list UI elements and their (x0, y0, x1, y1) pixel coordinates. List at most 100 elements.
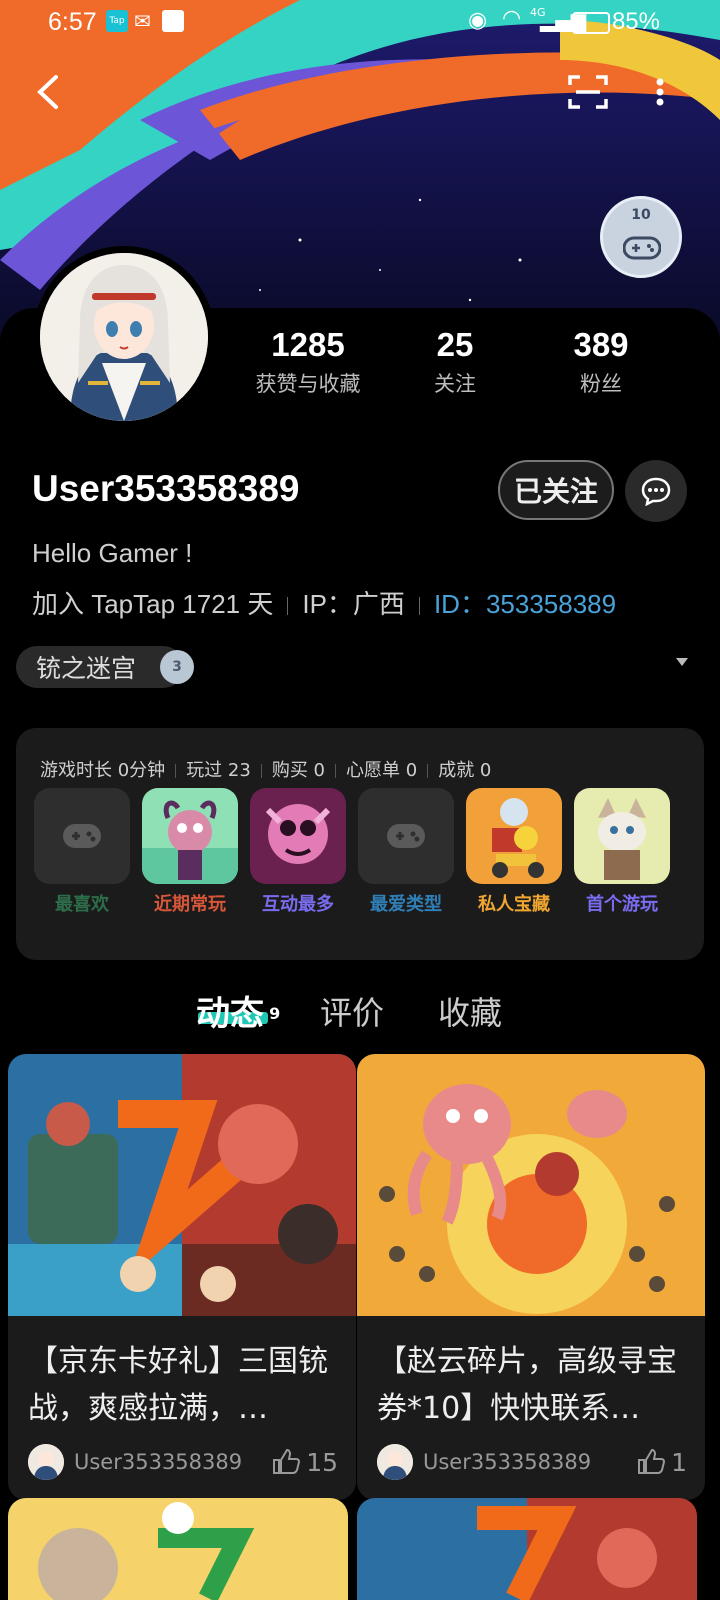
game-tile-interaction[interactable]: 互动最多 (250, 788, 346, 916)
stat-following-label: 关注 (434, 372, 476, 396)
avatar[interactable] (40, 253, 208, 421)
post-author-avatar[interactable] (377, 1444, 413, 1480)
status-time: 6:57 (48, 8, 97, 36)
username: User353358389 (32, 468, 300, 509)
scan-button[interactable] (564, 70, 612, 114)
like-button[interactable]: 1 (637, 1448, 687, 1477)
game-stat-wishlist[interactable]: 心愿单 0 (346, 760, 417, 781)
stat-following[interactable]: 25 关注 (400, 326, 510, 398)
game-tile-recent[interactable]: 近期常玩 (142, 788, 238, 916)
game-stat-purchased[interactable]: 购买 0 (272, 760, 325, 781)
game-stats-row: 游戏时长 0分钟 玩过 23 购买 0 心愿单 0 成就 0 (40, 756, 491, 782)
following-button[interactable]: 已关注 (498, 460, 614, 520)
stat-likes-value: 1285 (271, 326, 345, 363)
profile-info-line: 加入 TapTap 1721 天 IP：广西 ID：353358389 (32, 584, 616, 621)
level-badge[interactable]: 10 (600, 196, 682, 278)
stat-followers-value: 389 (573, 326, 629, 363)
divider (335, 764, 337, 778)
divider (287, 597, 289, 616)
ip-location: IP：广西 (302, 589, 405, 619)
bio-text: Hello Gamer ! (32, 538, 193, 568)
game-tile-empty (358, 788, 454, 884)
like-count: 15 (306, 1447, 338, 1477)
game-tile-label: 最爱类型 (370, 894, 442, 915)
post-card[interactable]: 【京东卡好礼】三国铳战，爽感拉满，… User353358389 15 (8, 1054, 356, 1500)
post-card[interactable]: 【赵云碎片，高级寻宝券*10】快快联系… User353358389 1 (357, 1054, 705, 1500)
post-card-partial[interactable] (8, 1498, 348, 1600)
back-button[interactable] (26, 70, 70, 114)
post-image (357, 1054, 705, 1316)
chat-bubble-icon (641, 477, 671, 506)
message-button[interactable] (625, 460, 687, 522)
game-tile-empty (34, 788, 130, 884)
game-tile-favorite[interactable]: 最喜欢 (34, 788, 130, 916)
post-author-avatar[interactable] (28, 1444, 64, 1480)
stat-likes-label: 获赞与收藏 (255, 372, 361, 396)
gamepad-icon (63, 824, 101, 848)
expand-dropdown-icon[interactable] (676, 658, 688, 666)
level-badge-value: 10 (631, 207, 651, 223)
post-image (8, 1498, 348, 1600)
eye-icon: ◉ (468, 8, 488, 33)
guild-level-badge: 3 (160, 650, 194, 684)
game-stat-playtime[interactable]: 游戏时长 0分钟 (40, 760, 165, 781)
tab-posts-count: 9 (269, 1003, 281, 1023)
game-tile-label: 互动最多 (262, 894, 334, 915)
post-image (8, 1054, 356, 1316)
game-icon (250, 788, 346, 884)
post-title: 【赵云碎片，高级寻宝券*10】快快联系… (377, 1344, 677, 1426)
user-id-label: ID： (433, 589, 486, 619)
tab-posts-label: 动态 (196, 994, 264, 1034)
more-vertical-icon (656, 78, 664, 106)
taptap-notify-icon: Tap (106, 10, 128, 32)
wechat-notify-icon: ✉ (134, 9, 151, 33)
tab-reviews[interactable]: 评价 (320, 988, 384, 1034)
divider (175, 764, 177, 778)
user-id-value[interactable]: 353358389 (486, 589, 616, 619)
app-notify-icon (162, 10, 184, 32)
guild-name: 铳之迷宫 (36, 654, 137, 683)
post-card-partial[interactable] (357, 1498, 697, 1600)
game-stat-achievements[interactable]: 成就 0 (438, 760, 491, 781)
battery-level: 85% (611, 8, 660, 35)
tab-posts[interactable]: 动态 9 (196, 986, 280, 1035)
post-author-name[interactable]: User353358389 (423, 1450, 637, 1474)
divider (260, 764, 262, 778)
divider (418, 597, 420, 616)
game-icon (466, 788, 562, 884)
game-tile-type[interactable]: 最爱类型 (358, 788, 454, 916)
game-icon (574, 788, 670, 884)
post-title: 【京东卡好礼】三国铳战，爽感拉满，… (28, 1344, 328, 1426)
game-tile-first[interactable]: 首个游玩 (574, 788, 670, 916)
stat-followers-label: 粉丝 (580, 372, 622, 396)
avatar-image (40, 253, 208, 421)
post-image (357, 1498, 697, 1600)
game-stat-played[interactable]: 玩过 23 (186, 760, 251, 781)
like-button[interactable]: 15 (272, 1448, 338, 1477)
join-days: 加入 TapTap 1721 天 (32, 589, 274, 619)
gamepad-icon (623, 236, 661, 260)
guild-tag[interactable]: 铳之迷宫 (16, 646, 185, 688)
game-tile-label: 私人宝藏 (478, 894, 550, 915)
more-button[interactable] (640, 70, 680, 114)
game-tile-label: 最喜欢 (55, 894, 109, 915)
chevron-left-icon (37, 75, 58, 109)
battery-icon (572, 12, 610, 34)
stat-following-value: 25 (436, 326, 474, 363)
post-author-name[interactable]: User353358389 (74, 1450, 272, 1474)
gamepad-icon (387, 824, 425, 848)
stat-likes[interactable]: 1285 获赞与收藏 (236, 326, 380, 398)
game-tile-treasure[interactable]: 私人宝藏 (466, 788, 562, 916)
status-bar: 6:57 Tap ✉ ◉ ◠ 4G ▂▄▆ 85% (0, 0, 720, 46)
game-tile-label: 近期常玩 (154, 894, 226, 915)
thumbs-up-icon (273, 1449, 301, 1474)
game-icon (142, 788, 238, 884)
post-meta: User353358389 1 (377, 1444, 687, 1480)
guild-level: 3 (172, 659, 182, 675)
divider (427, 764, 429, 778)
tab-favorites[interactable]: 收藏 (438, 988, 502, 1034)
wifi-icon: ◠ (502, 6, 522, 31)
stat-followers[interactable]: 389 粉丝 (546, 326, 656, 398)
post-meta: User353358389 15 (28, 1444, 338, 1480)
thumbs-up-icon (638, 1449, 666, 1474)
